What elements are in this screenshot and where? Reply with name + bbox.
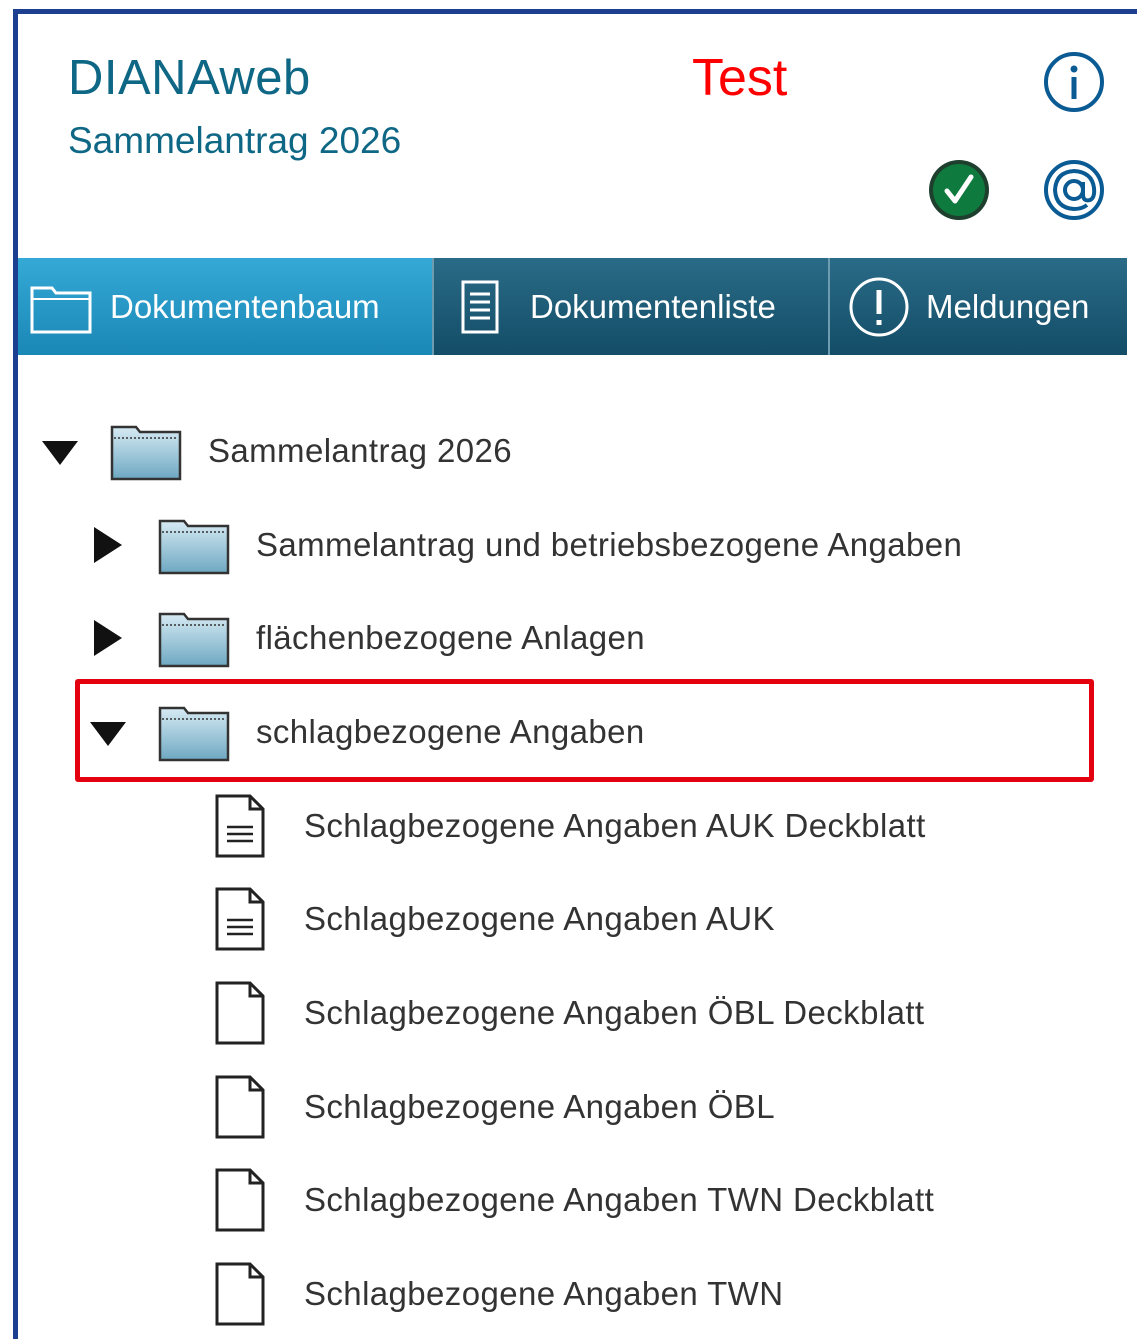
- check-status-icon[interactable]: [927, 158, 991, 222]
- empty-document-icon: [215, 1075, 265, 1139]
- tree-document-item[interactable]: Schlagbezogene Angaben ÖBL Deckblatt: [214, 978, 924, 1048]
- folder-icon: [110, 425, 182, 481]
- exclamation-icon: [849, 277, 909, 336]
- tree-item-label: Schlagbezogene Angaben AUK Deckblatt: [304, 807, 926, 844]
- tree-folder-item[interactable]: flächenbezogene Anlagen: [88, 603, 645, 673]
- app-title: DIANAweb: [68, 51, 311, 105]
- tab-dokumentenbaum[interactable]: Dokumentenbaum: [18, 258, 432, 355]
- empty-document-icon: [215, 981, 265, 1045]
- environment-label: Test: [692, 49, 788, 107]
- tree-item-label: Schlagbezogene Angaben ÖBL: [304, 1088, 775, 1125]
- tab-label: Dokumentenbaum: [110, 287, 380, 325]
- folder-icon: [30, 286, 92, 333]
- caret-right-icon[interactable]: [88, 525, 128, 565]
- filled-document-icon: [215, 887, 265, 951]
- tree-document-item[interactable]: Schlagbezogene Angaben ÖBL: [214, 1072, 775, 1142]
- tree-item-label: Sammelantrag 2026: [208, 432, 512, 469]
- filled-document-icon: [215, 794, 265, 858]
- tree-item-label: Sammelantrag und betriebsbezogene Angabe…: [256, 526, 963, 563]
- folder-icon: [158, 612, 230, 668]
- info-icon[interactable]: [1042, 50, 1106, 114]
- tree-document-item[interactable]: Schlagbezogene Angaben TWN: [214, 1259, 783, 1329]
- tree-item-label: flächenbezogene Anlagen: [256, 619, 646, 656]
- tab-meldungen[interactable]: Meldungen: [828, 258, 1127, 355]
- tree-item-label: Schlagbezogene Angaben TWN Deckblatt: [304, 1181, 935, 1218]
- tab-dokumentenliste[interactable]: Dokumentenliste: [432, 258, 828, 355]
- caret-right-icon[interactable]: [88, 618, 128, 658]
- tree-document-item[interactable]: Schlagbezogene Angaben AUK: [214, 884, 775, 954]
- tree-root-item[interactable]: Sammelantrag 2026: [40, 416, 512, 486]
- email-icon[interactable]: [1042, 158, 1106, 222]
- tree-item-label: Schlagbezogene Angaben ÖBL Deckblatt: [304, 994, 925, 1031]
- empty-document-icon: [215, 1262, 265, 1326]
- tab-label: Dokumentenliste: [530, 287, 776, 325]
- tree-item-label: Schlagbezogene Angaben AUK: [304, 900, 775, 937]
- selection-highlight: [75, 679, 1094, 782]
- tree-document-item[interactable]: Schlagbezogene Angaben AUK Deckblatt: [214, 791, 926, 861]
- caret-down-icon[interactable]: [40, 431, 80, 471]
- tab-label: Meldungen: [926, 287, 1090, 325]
- empty-document-icon: [215, 1168, 265, 1232]
- folder-icon: [158, 519, 230, 575]
- page-subtitle: Sammelantrag 2026: [68, 120, 402, 161]
- tree-document-item[interactable]: Schlagbezogene Angaben TWN Deckblatt: [214, 1165, 934, 1235]
- tree-item-label: Schlagbezogene Angaben TWN: [304, 1275, 784, 1312]
- tab-bar: Dokumentenbaum Dokumentenliste Meldungen: [18, 258, 1127, 355]
- tree-folder-item[interactable]: Sammelantrag und betriebsbezogene Angabe…: [88, 510, 962, 580]
- document-list-icon: [461, 280, 499, 333]
